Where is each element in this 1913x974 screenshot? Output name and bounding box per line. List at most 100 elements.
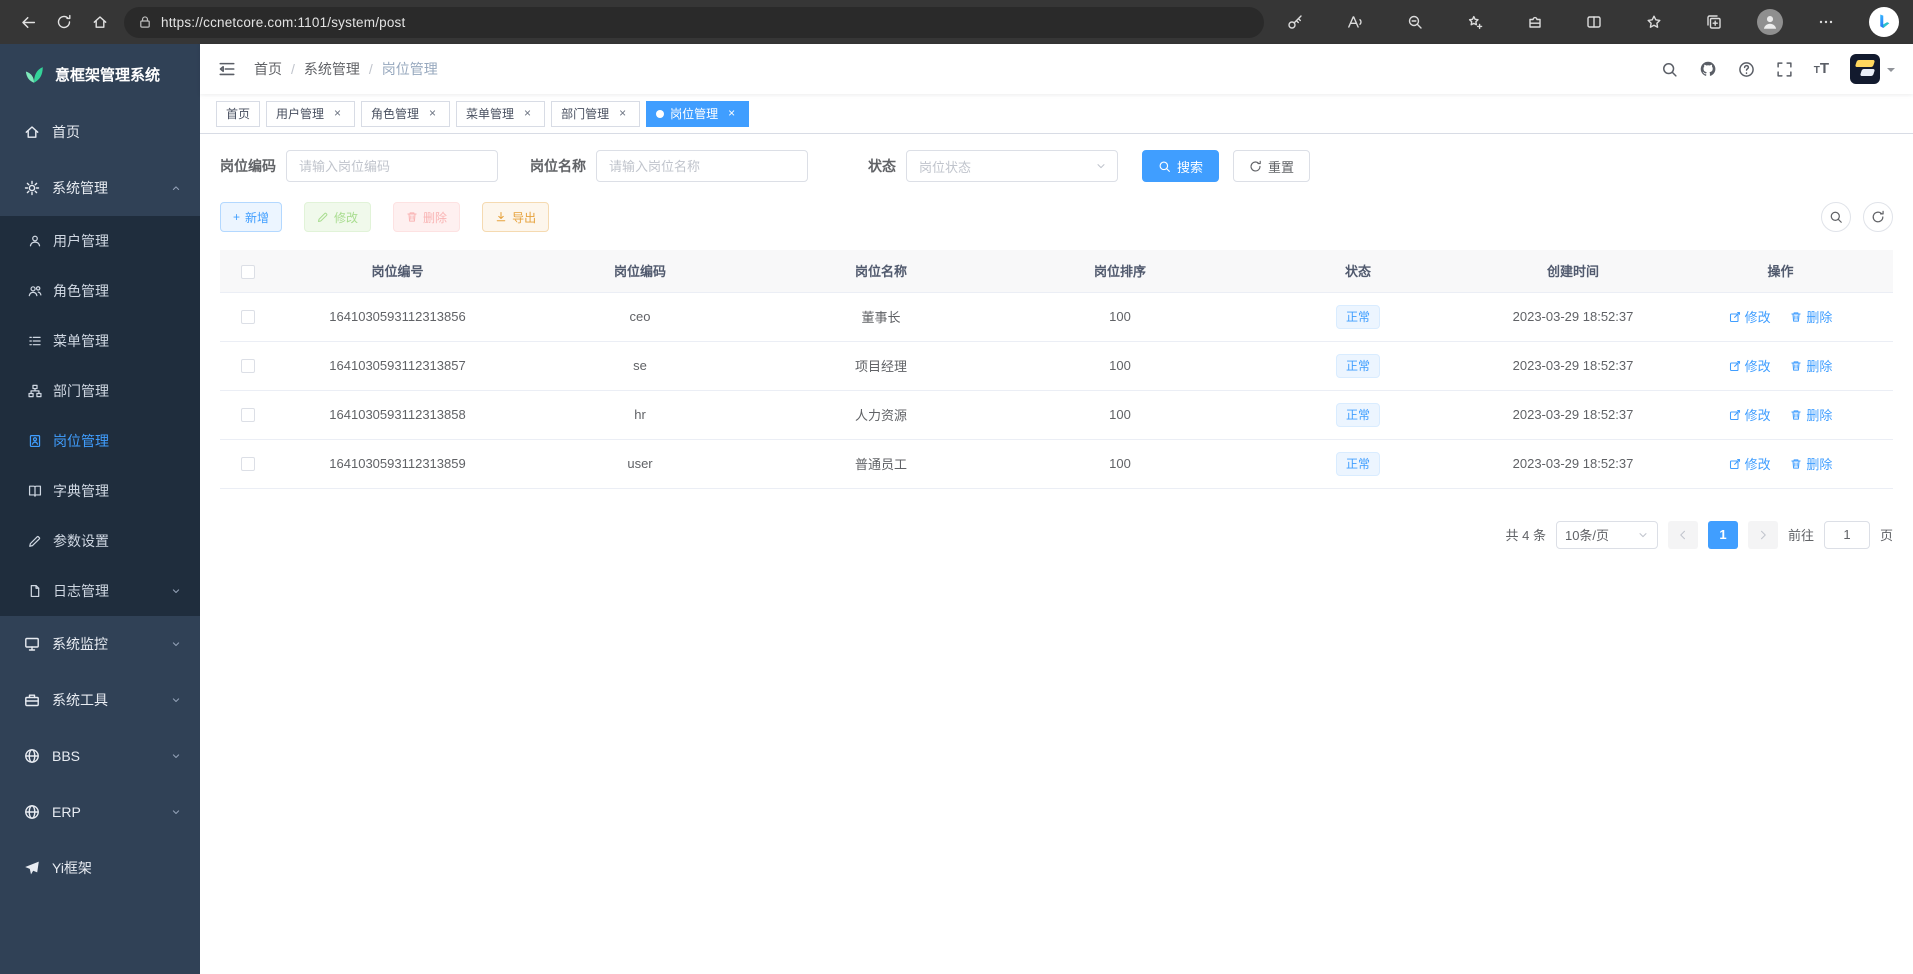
search-button[interactable]: 搜索 [1142, 150, 1219, 182]
sidebar-item-user-mgmt[interactable]: 用户管理 [0, 216, 200, 266]
breadcrumb-current: 岗位管理 [382, 59, 438, 79]
sidebar-item-role-mgmt[interactable]: 角色管理 [0, 266, 200, 316]
hide-search-icon[interactable] [1821, 202, 1851, 232]
url-text[interactable]: https://ccnetcore.com:1101/system/post [161, 15, 405, 30]
lock-icon[interactable] [138, 15, 152, 29]
tab-post-mgmt[interactable]: 岗位管理 × [646, 101, 749, 127]
add-button[interactable]: + 新增 [220, 202, 282, 232]
tab-user-mgmt[interactable]: 用户管理 × [266, 101, 355, 127]
close-icon[interactable]: × [425, 106, 440, 121]
breadcrumb-separator: / [291, 61, 295, 77]
row-delete-button[interactable]: 删除 [1790, 307, 1832, 326]
breadcrumb-home[interactable]: 首页 [254, 59, 282, 79]
row-delete-button[interactable]: 删除 [1790, 356, 1832, 375]
font-size-icon[interactable]: TT [1814, 61, 1829, 77]
github-icon[interactable] [1699, 60, 1717, 78]
sidebar-item-post-mgmt[interactable]: 岗位管理 [0, 416, 200, 466]
row-checkbox[interactable] [241, 310, 255, 324]
cell-post-sort: 100 [1002, 439, 1238, 488]
add-favorite-icon[interactable] [1458, 5, 1492, 39]
collections-icon[interactable] [1697, 5, 1731, 39]
breadcrumb-system-mgmt[interactable]: 系统管理 [304, 59, 360, 79]
avatar[interactable] [1850, 54, 1880, 84]
reset-button[interactable]: 重置 [1233, 150, 1310, 182]
sidebar-item-system-monitor[interactable]: 系统监控 [0, 616, 200, 672]
row-edit-button[interactable]: 修改 [1729, 356, 1771, 375]
post-name-label: 岗位名称 [530, 156, 586, 176]
post-code-label: 岗位编码 [220, 156, 276, 176]
goto-unit-label: 页 [1880, 525, 1893, 544]
back-icon[interactable] [10, 5, 46, 39]
sidebar-item-dept-mgmt[interactable]: 部门管理 [0, 366, 200, 416]
page-size-select[interactable]: 10条/页 [1556, 521, 1658, 549]
row-checkbox[interactable] [241, 359, 255, 373]
sidebar-item-log-mgmt[interactable]: 日志管理 [0, 566, 200, 616]
zoom-icon[interactable] [1398, 5, 1432, 39]
sidebar-item-system-mgmt[interactable]: 系统管理 [0, 160, 200, 216]
row-delete-button[interactable]: 删除 [1790, 405, 1832, 424]
sidebar-item-param-settings[interactable]: 参数设置 [0, 516, 200, 566]
home-icon[interactable] [82, 5, 118, 39]
delete-button[interactable]: 删除 [393, 202, 460, 232]
close-icon[interactable]: × [520, 106, 535, 121]
breadcrumb: 首页 / 系统管理 / 岗位管理 [254, 59, 438, 79]
edit-button[interactable]: 修改 [304, 202, 371, 232]
status-badge: 正常 [1336, 452, 1380, 476]
close-icon[interactable]: × [615, 106, 630, 121]
close-icon[interactable]: × [724, 106, 739, 121]
globe-icon [24, 748, 40, 764]
help-icon[interactable] [1738, 61, 1755, 78]
row-edit-button[interactable]: 修改 [1729, 405, 1771, 424]
app-title: 意框架管理系统 [55, 64, 160, 85]
extensions-icon[interactable] [1518, 5, 1552, 39]
tab-dept-mgmt[interactable]: 部门管理 × [551, 101, 640, 127]
tab-home[interactable]: 首页 [216, 101, 260, 127]
refresh-table-icon[interactable] [1863, 202, 1893, 232]
row-edit-button[interactable]: 修改 [1729, 454, 1771, 473]
key-icon[interactable] [1278, 5, 1312, 39]
post-name-input[interactable] [596, 150, 808, 182]
goto-page-input[interactable] [1824, 521, 1870, 549]
search-icon[interactable] [1661, 61, 1678, 78]
users-icon [28, 284, 42, 298]
cell-post-name: 人力资源 [760, 390, 1002, 439]
select-all-checkbox[interactable] [241, 265, 255, 279]
menu-fold-icon[interactable] [218, 60, 236, 78]
sidebar-item-erp[interactable]: ERP [0, 784, 200, 840]
sidebar-item-dict-mgmt[interactable]: 字典管理 [0, 466, 200, 516]
row-checkbox[interactable] [241, 408, 255, 422]
monitor-icon [24, 636, 40, 652]
row-edit-button[interactable]: 修改 [1729, 307, 1771, 326]
tab-role-mgmt[interactable]: 角色管理 × [361, 101, 450, 127]
more-icon[interactable] [1809, 5, 1843, 39]
row-checkbox[interactable] [241, 457, 255, 471]
fullscreen-icon[interactable] [1776, 61, 1793, 78]
cell-post-id: 1641030593112313856 [275, 292, 520, 341]
sidebar-item-menu-mgmt[interactable]: 菜单管理 [0, 316, 200, 366]
status-select[interactable]: 岗位状态 [906, 150, 1118, 182]
table-row: 1641030593112313858 hr 人力资源 100 正常 2023-… [220, 390, 1893, 439]
bing-icon[interactable] [1869, 7, 1899, 37]
toolbox-icon [24, 692, 40, 708]
current-page-button[interactable]: 1 [1708, 521, 1738, 549]
sidebar-item-yi-framework[interactable]: Yi框架 [0, 840, 200, 896]
read-aloud-icon[interactable] [1338, 5, 1372, 39]
tab-menu-mgmt[interactable]: 菜单管理 × [456, 101, 545, 127]
chevron-down-icon [170, 585, 182, 597]
profile-icon[interactable] [1757, 9, 1783, 35]
row-delete-button[interactable]: 删除 [1790, 454, 1832, 473]
post-table: 岗位编号 岗位编码 岗位名称 岗位排序 状态 创建时间 操作 164103059… [220, 250, 1893, 489]
export-button[interactable]: 导出 [482, 202, 549, 232]
next-page-button[interactable] [1748, 521, 1778, 549]
prev-page-button[interactable] [1668, 521, 1698, 549]
address-bar[interactable]: https://ccnetcore.com:1101/system/post [124, 7, 1264, 38]
refresh-icon[interactable] [46, 5, 82, 39]
sidebar-item-bbs[interactable]: BBS [0, 728, 200, 784]
caret-down-icon[interactable] [1887, 68, 1895, 76]
sidebar-item-home[interactable]: 首页 [0, 104, 200, 160]
split-screen-icon[interactable] [1577, 5, 1611, 39]
close-icon[interactable]: × [330, 106, 345, 121]
sidebar-item-system-tools[interactable]: 系统工具 [0, 672, 200, 728]
post-code-input[interactable] [286, 150, 498, 182]
favorites-icon[interactable] [1637, 5, 1671, 39]
